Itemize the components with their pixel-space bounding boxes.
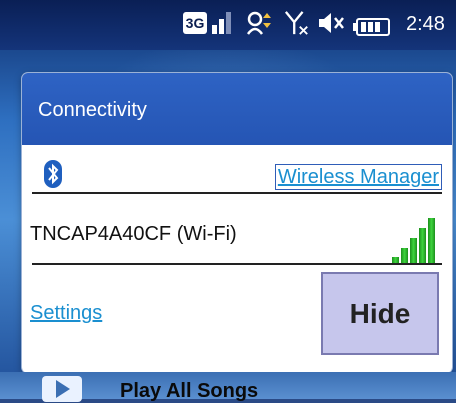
- volume-mute-icon[interactable]: [316, 10, 346, 36]
- signal-icon: [212, 12, 234, 34]
- divider: [32, 192, 442, 194]
- wifi-row[interactable]: TNCAP4A40CF (Wi-Fi): [22, 213, 452, 265]
- wifi-signal-icon: [392, 213, 448, 265]
- play-all-songs-label[interactable]: Play All Songs: [120, 380, 258, 403]
- 3g-icon: 3G: [183, 12, 207, 34]
- play-icon: [42, 376, 82, 402]
- status-bar: 3G 2:48: [0, 0, 456, 50]
- bluetooth-row: Wireless Manager: [22, 148, 452, 208]
- wifi-network-name: TNCAP4A40CF (Wi-Fi): [30, 223, 237, 245]
- dialog-header: Connectivity: [22, 73, 452, 145]
- dialog-title: Connectivity: [38, 99, 147, 121]
- battery-icon[interactable]: [352, 14, 392, 40]
- divider: [32, 263, 442, 265]
- bluetooth-icon: [44, 160, 62, 188]
- settings-link[interactable]: Settings: [30, 302, 102, 325]
- connectivity-dialog: Connectivity Wireless Manager TNCAP4A40C…: [22, 73, 452, 373]
- wireless-manager-link[interactable]: Wireless Manager: [274, 164, 442, 190]
- hide-button[interactable]: Hide: [321, 272, 439, 355]
- no-antenna-icon[interactable]: [283, 10, 311, 36]
- sync-icon[interactable]: [244, 10, 274, 36]
- clock[interactable]: 2:48: [406, 12, 445, 36]
